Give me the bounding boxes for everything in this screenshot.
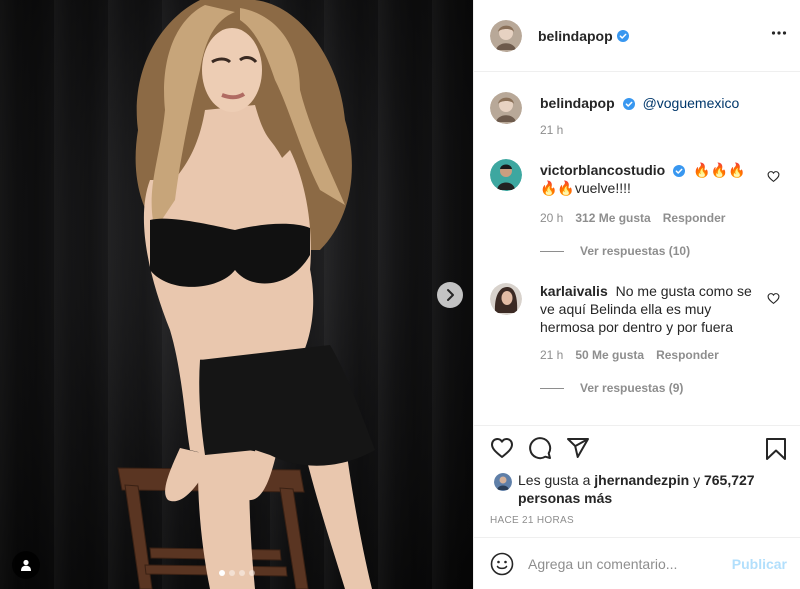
comment-item: karlaivalis No me gusta como se ve aquí … bbox=[490, 283, 790, 408]
like-button[interactable] bbox=[490, 436, 514, 460]
avatar[interactable] bbox=[490, 283, 522, 315]
likes-prefix: Les gusta a bbox=[518, 472, 591, 488]
comment-time[interactable]: 20 h bbox=[540, 211, 563, 225]
likes-user-link[interactable]: jhernandezpin bbox=[594, 472, 689, 488]
carousel-indicator bbox=[0, 570, 473, 576]
next-photo-button[interactable] bbox=[437, 282, 463, 308]
post-actions: Les gusta a jhernandezpin y 765,727 pers… bbox=[474, 425, 800, 536]
verified-badge-icon bbox=[673, 165, 686, 177]
smiley-icon bbox=[490, 552, 514, 575]
comment-username[interactable]: karlaivalis bbox=[540, 283, 608, 299]
paper-plane-icon bbox=[567, 438, 589, 458]
comment-username[interactable]: victorblancostudio bbox=[540, 162, 665, 178]
more-horizontal-icon[interactable] bbox=[771, 25, 787, 41]
comment-likes[interactable]: 312 Me gusta bbox=[575, 211, 650, 225]
caption: belindapop @voguemexico 21 h bbox=[490, 92, 790, 152]
caption-mention-link[interactable]: @voguemexico bbox=[643, 95, 740, 111]
carousel-dot bbox=[248, 570, 255, 576]
emoji-button[interactable] bbox=[490, 552, 514, 576]
verified-badge-icon bbox=[622, 98, 635, 110]
post-timestamp[interactable]: HACE 21 HORAS bbox=[490, 515, 574, 526]
action-icons bbox=[490, 436, 590, 460]
post-media[interactable] bbox=[0, 0, 473, 589]
comment-text: karlaivalis No me gusta como se ve aquí … bbox=[540, 282, 758, 336]
view-replies-label: Ver respuestas (10) bbox=[580, 244, 691, 258]
post-side-panel: belindapop belindapop @voguemexico 21 h … bbox=[473, 0, 800, 589]
add-comment-bar: Publicar bbox=[474, 537, 800, 589]
view-replies-label: Ver respuestas (9) bbox=[580, 381, 684, 395]
divider bbox=[540, 387, 564, 389]
comment-text: victorblancostudio 🔥🔥🔥🔥🔥vuelve!!!! bbox=[540, 161, 758, 197]
comment-meta: 21 h 50 Me gusta Responder bbox=[540, 348, 719, 362]
likes-text: Les gusta a jhernandezpin y 765,727 pers… bbox=[518, 471, 778, 507]
share-button[interactable] bbox=[566, 436, 590, 460]
view-replies-button[interactable]: Ver respuestas (10) bbox=[540, 244, 690, 258]
publish-button[interactable]: Publicar bbox=[732, 556, 787, 572]
verified-badge-icon bbox=[616, 29, 629, 42]
chevron-right-icon bbox=[447, 289, 454, 301]
avatar[interactable] bbox=[494, 473, 512, 491]
avatar[interactable] bbox=[490, 19, 522, 52]
caption-text: belindapop @voguemexico bbox=[540, 94, 758, 112]
carousel-dot bbox=[238, 570, 245, 576]
post-header: belindapop bbox=[474, 0, 800, 72]
caption-time[interactable]: 21 h bbox=[540, 123, 563, 137]
comments-list[interactable]: belindapop @voguemexico 21 h victorblanc… bbox=[474, 73, 800, 425]
comment-likes[interactable]: 50 Me gusta bbox=[575, 348, 644, 362]
reply-button[interactable]: Responder bbox=[663, 211, 726, 225]
comment-input[interactable] bbox=[528, 555, 728, 572]
comment-bubble-icon bbox=[529, 437, 552, 460]
likes-joiner: y bbox=[693, 472, 701, 488]
carousel-dot bbox=[218, 570, 225, 576]
carousel-dot bbox=[228, 570, 235, 576]
post-dialog: belindapop belindapop @voguemexico 21 h … bbox=[0, 0, 800, 589]
divider bbox=[540, 250, 564, 252]
avatar[interactable] bbox=[490, 159, 522, 191]
heart-icon[interactable] bbox=[767, 170, 780, 183]
caption-meta: 21 h bbox=[540, 123, 563, 137]
comment-time[interactable]: 21 h bbox=[540, 348, 563, 362]
heart-icon[interactable] bbox=[767, 292, 780, 305]
header-username[interactable]: belindapop bbox=[538, 28, 613, 44]
reply-button[interactable]: Responder bbox=[656, 348, 719, 362]
comment-meta: 20 h 312 Me gusta Responder bbox=[540, 211, 725, 225]
post-photo bbox=[117, 0, 375, 589]
comment-item: victorblancostudio 🔥🔥🔥🔥🔥vuelve!!!! 20 h … bbox=[490, 159, 790, 269]
view-replies-button[interactable]: Ver respuestas (9) bbox=[540, 381, 683, 395]
caption-username[interactable]: belindapop bbox=[540, 95, 615, 111]
bookmark-icon bbox=[766, 438, 786, 460]
heart-icon bbox=[491, 438, 513, 458]
comment-button[interactable] bbox=[528, 436, 552, 460]
avatar[interactable] bbox=[490, 92, 522, 124]
save-button[interactable] bbox=[765, 437, 787, 461]
